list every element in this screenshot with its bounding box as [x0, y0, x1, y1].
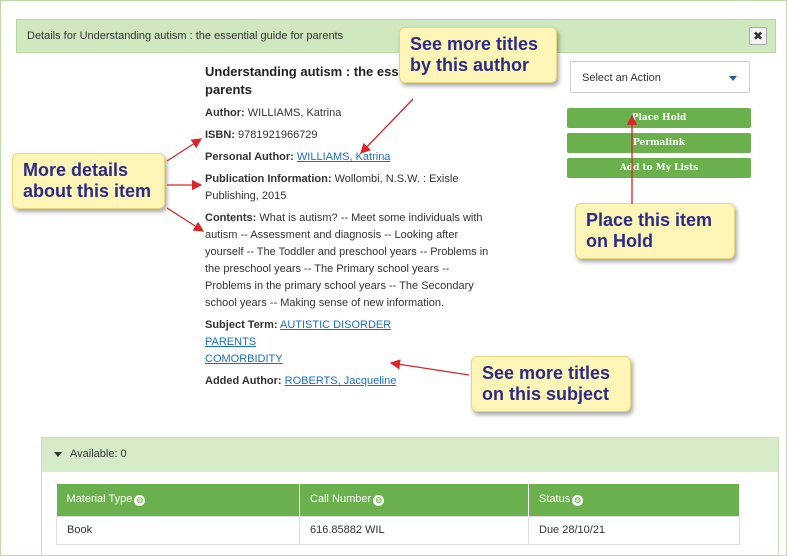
dialog-header: Details for Understanding autism : the e…	[16, 19, 776, 53]
added-author-label: Added Author:	[205, 375, 282, 387]
column-header-status[interactable]: Status ⊖	[528, 484, 740, 516]
callout-details: More details about this item	[12, 153, 165, 209]
subject-link-parents[interactable]: PARENTS	[205, 334, 495, 351]
personal-author-link[interactable]: WILLIAMS, Katrina	[297, 151, 391, 163]
subject-link-autistic-disorder[interactable]: AUTISTIC DISORDER	[280, 319, 391, 331]
column-header-label: Call Number	[310, 493, 372, 506]
sort-icon: ⊖	[572, 495, 584, 507]
personal-author-label: Personal Author:	[205, 151, 294, 163]
callout-author: See more titles by this author	[399, 27, 557, 83]
action-select[interactable]: Select an Action	[570, 61, 750, 93]
contents-value: What is autism? -- Meet some individuals…	[205, 212, 489, 309]
table-row: Book 616.85882 WIL Due 28/10/21	[56, 515, 740, 545]
callout-hold: Place this item on Hold	[575, 203, 735, 259]
cell-call-number: 616.85882 WIL	[299, 515, 529, 545]
close-icon: ✖	[752, 29, 764, 43]
contents-label: Contents:	[205, 212, 257, 224]
isbn-label: ISBN:	[205, 129, 235, 141]
contents-field: Contents: What is autism? -- Meet some i…	[205, 210, 495, 312]
isbn-field: ISBN: 9781921966729	[205, 127, 495, 144]
author-label: Author:	[205, 107, 245, 119]
action-select-value: Select an Action	[582, 72, 661, 84]
callout-subject: See more titles on this subject	[471, 356, 631, 412]
details-dialog: Details for Understanding autism : the e…	[0, 0, 787, 556]
triangle-down-icon	[54, 452, 62, 457]
dialog-title: Details for Understanding autism : the e…	[27, 30, 344, 42]
place-hold-button[interactable]: Place Hold	[567, 108, 751, 128]
subject-link-comorbidity[interactable]: COMORBIDITY	[205, 351, 495, 368]
arrow-contents	[166, 207, 205, 232]
arrow-isbn	[166, 138, 203, 162]
sort-icon: ⊖	[373, 495, 385, 507]
availability-toggle[interactable]: Available: 0	[42, 438, 778, 472]
author-value: WILLIAMS, Katrina	[247, 107, 342, 119]
author-field: Author: WILLIAMS, Katrina	[205, 105, 495, 122]
subject-field: Subject Term: AUTISTIC DISORDER	[205, 317, 495, 334]
sort-icon: ⊖	[134, 495, 146, 507]
chevron-down-icon	[729, 76, 737, 81]
add-to-my-lists-button[interactable]: Add to My Lists	[567, 158, 751, 178]
cell-status: Due 28/10/21	[528, 515, 740, 545]
column-header-call-number[interactable]: Call Number ⊖	[299, 484, 529, 516]
added-author-field: Added Author: ROBERTS, Jacqueline	[205, 373, 495, 390]
publication-label: Publication Information:	[205, 173, 332, 185]
item-details: Understanding autism : the essential gui…	[205, 63, 495, 395]
cell-material-type: Book	[56, 515, 300, 545]
publication-field: Publication Information: Wollombi, N.S.W…	[205, 171, 495, 205]
column-header-label: Material Type	[66, 493, 133, 506]
column-header-label: Status	[539, 493, 571, 506]
subject-label: Subject Term:	[205, 319, 278, 331]
personal-author-field: Personal Author: WILLIAMS, Katrina	[205, 149, 495, 166]
permalink-button[interactable]: Permalink	[567, 133, 751, 153]
close-button[interactable]: ✖	[749, 27, 767, 45]
availability-panel: Available: 0 Material Type ⊖ Call Number ⊖…	[41, 437, 779, 555]
added-author-link[interactable]: ROBERTS, Jacqueline	[285, 375, 397, 387]
availability-label: Available: 0	[70, 448, 127, 460]
column-header-material-type[interactable]: Material Type ⊖	[56, 484, 300, 516]
isbn-value: 9781921966729	[238, 129, 318, 141]
holdings-table: Material Type ⊖ Call Number ⊖ Status ⊖ Book…	[56, 484, 740, 545]
